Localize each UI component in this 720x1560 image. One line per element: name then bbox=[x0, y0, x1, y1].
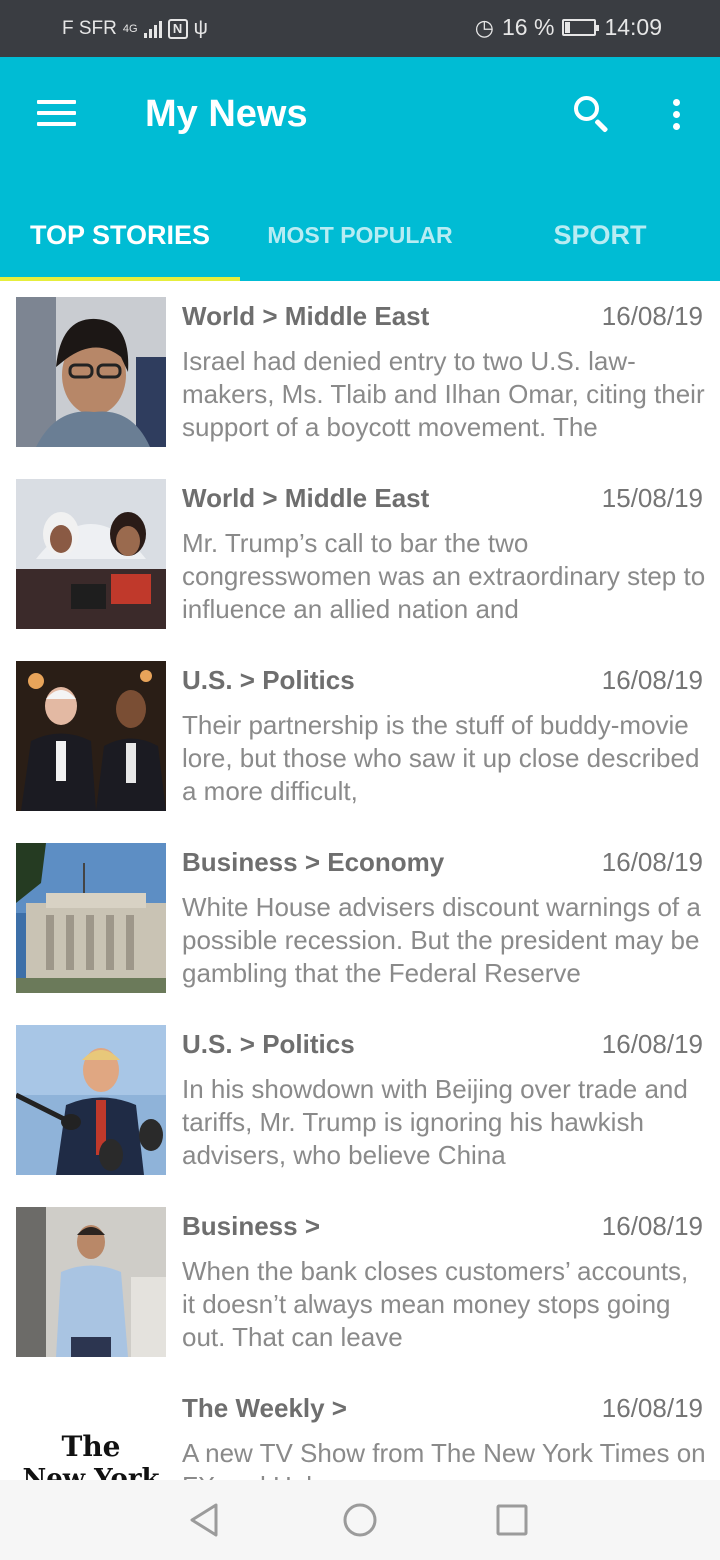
article-abstract: Their partnership is the stuff of buddy-… bbox=[182, 710, 700, 806]
tab-most-popular[interactable]: MOST POPULAR bbox=[240, 189, 480, 281]
article-thumbnail bbox=[16, 843, 166, 993]
nyt-logo: The New York bbox=[22, 1430, 160, 1481]
battery-percent: 16 % bbox=[502, 14, 555, 40]
article-thumbnail bbox=[16, 479, 166, 629]
article-thumbnail bbox=[16, 1207, 166, 1357]
article-abstract: Mr. Trump’s call to bar the two congress… bbox=[182, 528, 706, 624]
signal-icon bbox=[143, 20, 162, 38]
article-abstract: A new TV Show from The New York Times on… bbox=[182, 1438, 706, 1480]
status-bar: F SFR 4G N ψ ◷ 16 % 14:09 bbox=[0, 0, 720, 57]
article-thumbnail: The New York bbox=[16, 1389, 166, 1480]
article-date: 16/08/19 bbox=[601, 847, 703, 877]
article-section: Business > Economy bbox=[182, 847, 445, 877]
news-item[interactable]: World > Middle East 16/08/19 Israel had … bbox=[0, 281, 720, 463]
article-abstract: When the bank closes customers’ accounts… bbox=[182, 1256, 689, 1352]
news-item[interactable]: U.S. > Politics 16/08/19 Their partnersh… bbox=[0, 645, 720, 827]
article-date: 16/08/19 bbox=[601, 1393, 703, 1423]
article-date: 15/08/19 bbox=[601, 483, 703, 513]
news-list: World > Middle East 16/08/19 Israel had … bbox=[0, 281, 720, 1480]
clock: 14:09 bbox=[604, 14, 662, 40]
tab-sport[interactable]: SPORT bbox=[480, 189, 720, 281]
article-abstract: White House advisers discount warnings o… bbox=[182, 892, 701, 988]
status-left: F SFR 4G N ψ bbox=[62, 17, 208, 40]
news-item[interactable]: U.S. > Politics 16/08/19 In his showdown… bbox=[0, 1009, 720, 1191]
more-vert-icon[interactable] bbox=[660, 87, 692, 141]
nfc-icon: N bbox=[167, 18, 188, 39]
article-section: The Weekly > bbox=[182, 1393, 347, 1423]
article-thumbnail bbox=[16, 661, 166, 811]
back-icon[interactable] bbox=[186, 1500, 226, 1540]
recents-icon[interactable] bbox=[492, 1500, 532, 1540]
article-section: World > Middle East bbox=[182, 301, 430, 331]
news-item[interactable]: World > Middle East 15/08/19 Mr. Trump’s… bbox=[0, 463, 720, 645]
home-icon[interactable] bbox=[340, 1500, 380, 1540]
app-bar: My News TOP STORIES MOST POPULAR SPORT bbox=[0, 57, 720, 281]
tab-bar: TOP STORIES MOST POPULAR SPORT bbox=[0, 189, 720, 281]
app-title: My News bbox=[145, 93, 308, 135]
tab-top-stories[interactable]: TOP STORIES bbox=[0, 189, 240, 281]
search-icon[interactable] bbox=[566, 87, 616, 141]
carrier-label: F SFR bbox=[62, 17, 117, 39]
article-date: 16/08/19 bbox=[601, 665, 703, 695]
usb-icon: ψ bbox=[193, 17, 208, 39]
article-thumbnail bbox=[16, 1025, 166, 1175]
article-section: Business > bbox=[182, 1211, 321, 1241]
battery-fill bbox=[565, 22, 570, 33]
article-date: 16/08/19 bbox=[601, 1211, 703, 1241]
article-thumbnail bbox=[16, 297, 166, 447]
news-item[interactable]: Business > Economy 16/08/19 White House … bbox=[0, 827, 720, 1009]
battery-icon bbox=[562, 19, 600, 36]
status-right: ◷ 16 % 14:09 bbox=[475, 14, 662, 41]
article-abstract: In his showdown with Beijing over trade … bbox=[182, 1074, 688, 1170]
menu-icon[interactable] bbox=[22, 85, 90, 141]
news-item[interactable]: The New York The Weekly > 16/08/19 A new… bbox=[0, 1373, 720, 1480]
article-section: U.S. > Politics bbox=[182, 665, 355, 695]
network-label: 4G bbox=[122, 22, 138, 35]
news-item[interactable]: Business > 16/08/19 When the bank closes… bbox=[0, 1191, 720, 1373]
alarm-icon: ◷ bbox=[474, 14, 494, 40]
article-abstract: Israel had denied entry to two U.S. law­… bbox=[182, 346, 705, 442]
article-section: World > Middle East bbox=[182, 483, 430, 513]
article-date: 16/08/19 bbox=[601, 301, 703, 331]
article-date: 16/08/19 bbox=[601, 1029, 703, 1059]
article-section: U.S. > Politics bbox=[182, 1029, 355, 1059]
system-nav-bar bbox=[0, 1480, 720, 1560]
